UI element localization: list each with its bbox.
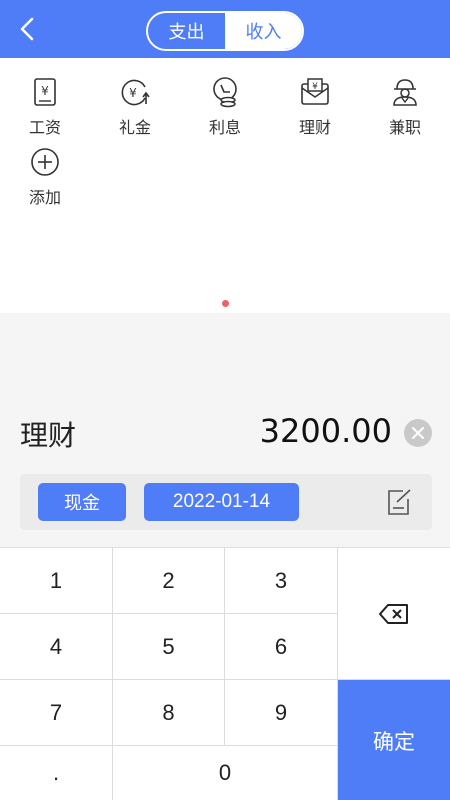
number-keypad: 1 2 3 4 5 6 7 8 9 . 0 确定 — [0, 547, 450, 800]
key-decimal[interactable]: . — [0, 746, 113, 800]
key-1[interactable]: 1 — [0, 548, 113, 614]
svg-text:¥: ¥ — [41, 84, 49, 98]
clear-amount-button[interactable] — [404, 419, 432, 447]
selected-category-label: 理财 — [20, 419, 77, 452]
key-5[interactable]: 5 — [113, 614, 225, 680]
category-wealth[interactable]: ¥ 理财 — [280, 58, 350, 137]
note-button[interactable] — [384, 486, 414, 518]
chevron-left-icon — [20, 17, 34, 41]
interest-icon — [208, 76, 242, 108]
category-gift-money[interactable]: ¥ 礼金 — [100, 58, 170, 137]
key-9[interactable]: 9 — [225, 680, 338, 746]
key-8[interactable]: 8 — [113, 680, 225, 746]
close-icon — [412, 427, 424, 439]
category-label: 兼职 — [388, 118, 421, 137]
salary-icon: ¥ — [28, 76, 62, 108]
category-part-time[interactable]: 兼职 — [370, 58, 440, 137]
svg-text:¥: ¥ — [129, 86, 137, 100]
svg-text:¥: ¥ — [312, 82, 318, 92]
add-circle-icon — [28, 146, 62, 178]
part-time-icon — [388, 76, 422, 108]
key-2[interactable]: 2 — [113, 548, 225, 614]
category-add[interactable]: 添加 — [10, 128, 80, 207]
confirm-button[interactable]: 确定 — [338, 680, 450, 800]
key-3[interactable]: 3 — [225, 548, 338, 614]
tab-expense[interactable]: 支出 — [148, 13, 225, 49]
category-label: 利息 — [208, 118, 241, 137]
key-0[interactable]: 0 — [113, 746, 338, 800]
wealth-management-icon: ¥ — [298, 76, 332, 108]
key-6[interactable]: 6 — [225, 614, 338, 680]
edit-note-icon — [388, 489, 411, 515]
key-7[interactable]: 7 — [0, 680, 113, 746]
entry-toolbar: 现金 2022-01-14 — [20, 474, 432, 530]
backspace-icon — [379, 603, 408, 624]
header-bar: 支出 收入 — [0, 0, 450, 58]
category-label: 添加 — [28, 188, 61, 207]
gift-money-icon: ¥ — [118, 76, 152, 108]
category-label: 礼金 — [118, 118, 151, 137]
account-button[interactable]: 现金 — [38, 483, 126, 521]
type-switch: 支出 收入 — [146, 11, 304, 51]
backspace-button[interactable] — [338, 548, 450, 680]
back-button[interactable] — [10, 12, 44, 46]
key-4[interactable]: 4 — [0, 614, 113, 680]
tab-income[interactable]: 收入 — [225, 13, 302, 49]
category-interest[interactable]: 利息 — [190, 58, 260, 137]
page-indicator-dot — [222, 300, 229, 307]
category-label: 理财 — [298, 118, 331, 137]
category-grid: ¥ 工资 ¥ 礼金 利息 ¥ 理财 兼职 添加 — [0, 58, 450, 313]
date-button[interactable]: 2022-01-14 — [144, 483, 299, 521]
category-salary[interactable]: ¥ 工资 — [10, 58, 80, 137]
amount-display: 3200.00 — [259, 412, 392, 450]
